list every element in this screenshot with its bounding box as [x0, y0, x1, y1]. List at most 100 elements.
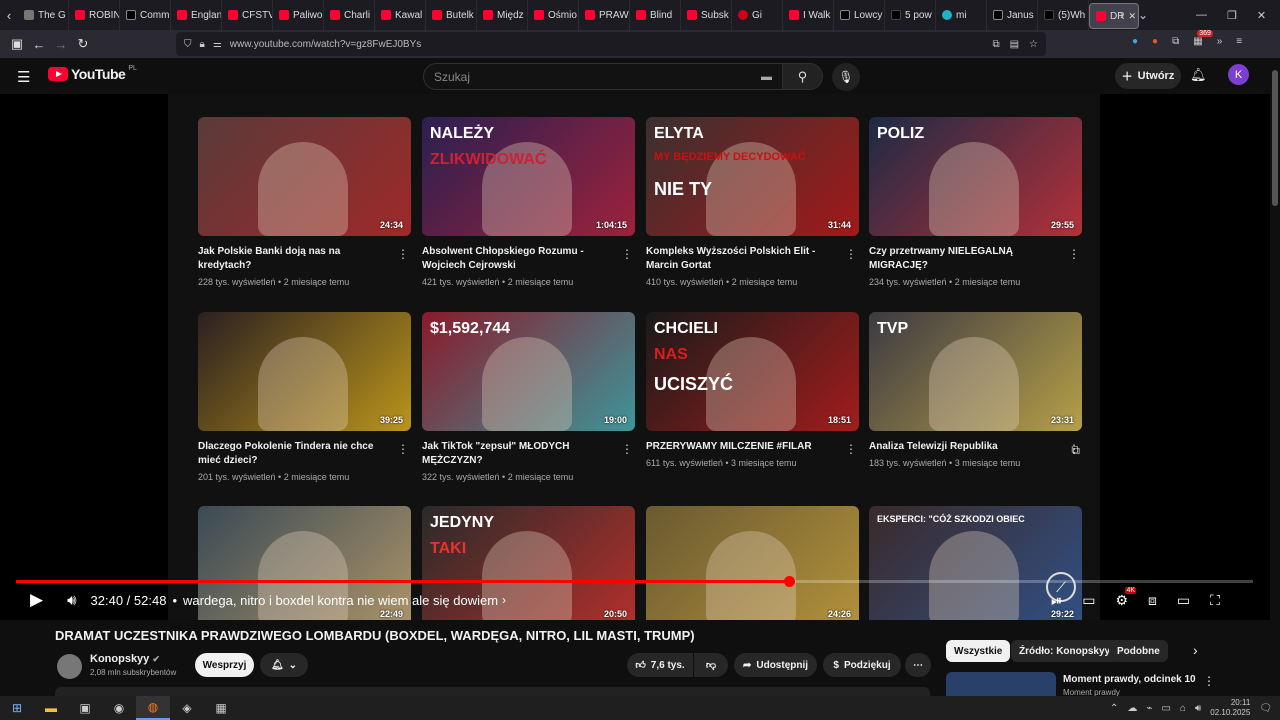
- side-video-title[interactable]: Moment prawdy, odcinek 10: [1063, 674, 1196, 685]
- browser-tab[interactable]: Charli: [324, 0, 375, 30]
- chip-related[interactable]: Podobne: [1109, 640, 1168, 662]
- hamburger-menu-icon[interactable]: ≡: [1236, 36, 1242, 47]
- description-box[interactable]: [55, 687, 930, 696]
- video-thumbnail[interactable]: NALEŻY ZLIKWIDOWAĆ 1:04:15: [422, 117, 635, 236]
- app-icon[interactable]: ◈: [170, 696, 204, 720]
- video-more-icon[interactable]: ⋮: [621, 247, 633, 261]
- end-screen-video-card[interactable]: CHCIELI NAS UCISZYĆ 18:51 PRZERYWAMY MILCZEN…: [646, 312, 859, 468]
- extensions-puzzle-icon[interactable]: ⧉: [1172, 36, 1179, 47]
- close-window-icon[interactable]: ✕: [1257, 9, 1266, 22]
- video-thumbnail[interactable]: 24:26: [646, 506, 859, 625]
- subtitles-icon[interactable]: ▭: [1082, 592, 1095, 609]
- video-player[interactable]: 24:34 Jak Polskie Banki doją nas na kredy…: [0, 94, 1280, 625]
- forward-icon[interactable]: →: [50, 33, 72, 55]
- video-title[interactable]: Analiza Telewizji Republika: [869, 440, 1082, 454]
- video-more-icon[interactable]: ⋮: [845, 247, 857, 261]
- video-title[interactable]: Kompleks Wyższości Polskich Elit - Marci…: [646, 245, 859, 273]
- chapter-title[interactable]: wardega, nitro i boxdel kontra nie wiem …: [183, 593, 498, 608]
- reload-icon[interactable]: ↻: [72, 33, 94, 55]
- video-thumbnail[interactable]: $1,592,744 19:00: [422, 312, 635, 431]
- shield-icon[interactable]: ⛉: [184, 39, 192, 50]
- volume-icon[interactable]: 🔊︎: [67, 592, 76, 609]
- minimize-icon[interactable]: —: [1196, 9, 1207, 21]
- thanks-button[interactable]: $ Podziękuj: [823, 653, 901, 677]
- steam-icon[interactable]: ◉: [102, 696, 136, 720]
- overflow-menu-icon[interactable]: »: [1217, 36, 1223, 47]
- more-actions-button[interactable]: ⋯: [905, 653, 931, 677]
- browser-tab[interactable]: Ośmio: [528, 0, 579, 30]
- chip-source[interactable]: Źródło: Konopskyy: [1011, 640, 1119, 662]
- autoplay-toggle-icon[interactable]: ⏯: [1051, 592, 1062, 609]
- end-screen-video-card[interactable]: NALEŻY ZLIKWIDOWAĆ 1:04:15 Absolwent Chłops…: [422, 117, 635, 287]
- notification-center-icon[interactable]: 🗨︎: [1259, 703, 1272, 714]
- settings-gear-icon[interactable]: ⚙ 4K: [1115, 586, 1136, 609]
- reader-view-icon[interactable]: ▤: [1010, 39, 1019, 50]
- video-thumbnail[interactable]: CHCIELI NAS UCISZYĆ 18:51: [646, 312, 859, 431]
- tab-scroll-left-icon[interactable]: ‹: [0, 4, 18, 26]
- video-thumbnail[interactable]: ELYTA MY BĘDZIEMY DECYDOWAĆ NIE TY 31:44: [646, 117, 859, 236]
- guide-menu-icon[interactable]: ☰: [17, 68, 30, 86]
- extension-badge-icon[interactable]: ▦ 369: [1193, 30, 1213, 47]
- browser-tab[interactable]: Janus: [987, 0, 1038, 30]
- search-button[interactable]: ⚲: [783, 63, 823, 90]
- end-screen-video-card[interactable]: 24:34 Jak Polskie Banki doją nas na kredy…: [198, 117, 411, 287]
- lock-icon[interactable]: 🔒︎: [200, 39, 205, 50]
- browser-tab[interactable]: 5 pow: [885, 0, 936, 30]
- browser-tab[interactable]: Lowcy: [834, 0, 885, 30]
- video-thumbnail[interactable]: 24:34: [198, 117, 411, 236]
- video-title[interactable]: Jak TikTok "zepsuł" MŁODYCH MĘŻCZYZN?: [422, 440, 635, 468]
- end-screen-video-card[interactable]: 24:26: [646, 506, 859, 625]
- chips-next-icon[interactable]: ›: [1193, 642, 1198, 658]
- like-button[interactable]: 👍︎ 7,6 tys.: [627, 653, 693, 677]
- queue-icon[interactable]: ⧉: [1071, 443, 1080, 458]
- browser-tab[interactable]: PRAW: [579, 0, 630, 30]
- video-title[interactable]: Absolwent Chłopskiego Rozumu - Wojciech …: [422, 245, 635, 273]
- tab-scroll-right-icon[interactable]: ›: [1120, 8, 1124, 22]
- video-thumbnail[interactable]: POLIZ 29:55: [869, 117, 1082, 236]
- search-input[interactable]: Szukaj ▬: [423, 63, 783, 90]
- extension-fox-icon[interactable]: ●: [1152, 36, 1158, 47]
- channel-avatar[interactable]: [57, 654, 82, 679]
- end-screen-video-card[interactable]: TVP 23:31 Analiza Telewizji Republika 183 t…: [869, 312, 1082, 468]
- tray-expand-icon[interactable]: ⌃: [1110, 703, 1118, 714]
- extension-shield-icon[interactable]: ●: [1132, 36, 1138, 47]
- notification-bell-button[interactable]: 🔔︎ ⌄: [260, 653, 308, 677]
- progress-bar[interactable]: [16, 576, 1253, 587]
- keyboard-icon[interactable]: ▬: [761, 71, 772, 83]
- browser-tab[interactable]: Paliwo: [273, 0, 324, 30]
- play-icon[interactable]: ▶: [30, 590, 43, 610]
- browser-tab[interactable]: Blind: [630, 0, 681, 30]
- video-more-icon[interactable]: ⋮: [845, 442, 857, 456]
- browser-tab[interactable]: ROBIN: [69, 0, 120, 30]
- browser-tab[interactable]: Subsk: [681, 0, 732, 30]
- address-bar[interactable]: ⛉ 🔒︎ ⚌ www.youtube.com/watch?v=gz8FwEJ0B…: [176, 32, 1046, 56]
- side-video-more-icon[interactable]: ⋮: [1203, 674, 1215, 688]
- chapter-chevron-icon[interactable]: ›: [502, 593, 506, 607]
- browser-tab[interactable]: Comm: [120, 0, 171, 30]
- video-title[interactable]: Czy przetrwamy NIELEGALNĄ MIGRACJĘ?: [869, 245, 1082, 273]
- scrollbar-thumb[interactable]: [1272, 70, 1278, 206]
- video-thumbnail[interactable]: 39:25: [198, 312, 411, 431]
- browser-tab[interactable]: (5)Wh: [1038, 0, 1089, 30]
- page-scrollbar[interactable]: [1270, 58, 1280, 696]
- tab-list-icon[interactable]: ⌄: [1138, 8, 1148, 22]
- video-more-icon[interactable]: ⋮: [397, 442, 409, 456]
- end-screen-video-card[interactable]: 39:25 Dlaczego Pokolenie Tindera nie chce…: [198, 312, 411, 482]
- clock[interactable]: 20:11 02.10.2025: [1210, 698, 1250, 718]
- restore-icon[interactable]: ❐: [1227, 9, 1237, 22]
- side-video-thumbnail[interactable]: [946, 672, 1056, 696]
- dislike-button[interactable]: 👎︎: [694, 653, 728, 677]
- permissions-icon[interactable]: ⚌: [213, 39, 222, 50]
- channel-name[interactable]: Konopskyy ✔: [90, 653, 160, 665]
- picture-in-picture-icon[interactable]: ⧉: [992, 39, 999, 50]
- create-button[interactable]: ＋ Utwórz: [1115, 63, 1181, 89]
- browser-tab[interactable]: mi: [936, 0, 987, 30]
- video-more-icon[interactable]: ⋮: [397, 247, 409, 261]
- video-title[interactable]: Jak Polskie Banki doją nas na kredytach?: [198, 245, 411, 273]
- share-button[interactable]: ➦ Udostępnij: [734, 653, 817, 677]
- usb-icon[interactable]: ⌁: [1146, 703, 1152, 714]
- voice-search-button[interactable]: 🎙︎: [832, 63, 860, 91]
- video-title[interactable]: PRZERYWAMY MILCZENIE #FILAR: [646, 440, 859, 454]
- youtube-logo[interactable]: YouTube PL: [48, 65, 137, 82]
- file-explorer-icon[interactable]: ▬: [34, 696, 68, 720]
